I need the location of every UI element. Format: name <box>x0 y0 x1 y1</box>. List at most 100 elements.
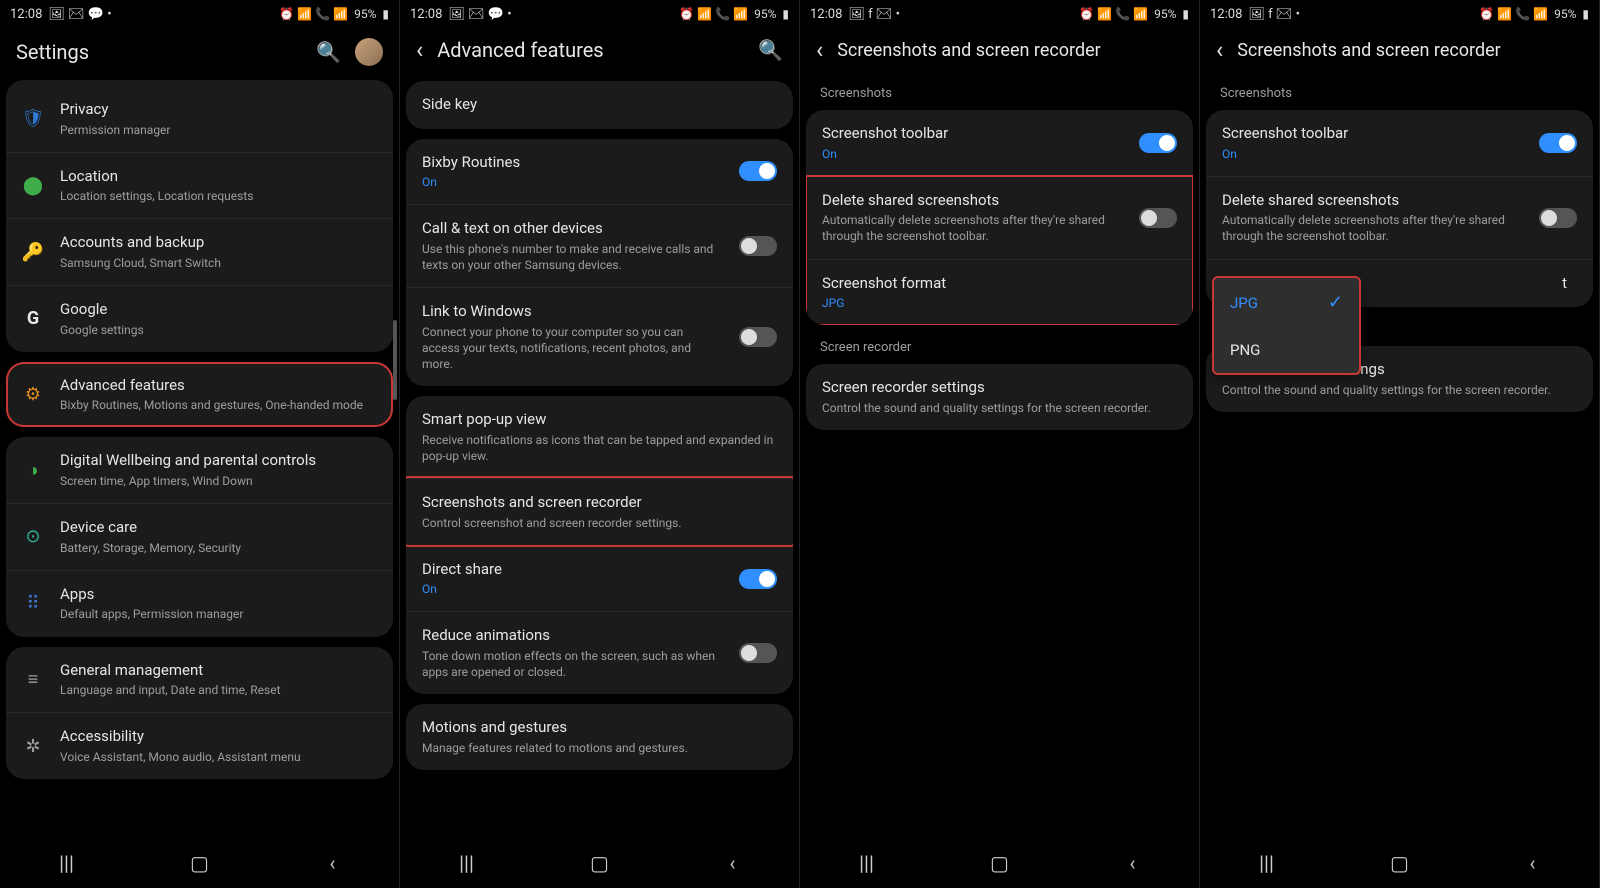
status-bar: 12:08🖼 ✉ 💬 • ⏰ 📶 📞 📶95%▮ <box>400 0 799 28</box>
item-google[interactable]: G Google Google settings <box>6 285 393 352</box>
nav-back[interactable]: ‹ <box>320 851 346 875</box>
navbar: ||| ▢ ‹ <box>800 838 1199 888</box>
status-battery: 95% <box>1154 7 1176 21</box>
option-label: JPG <box>1230 294 1258 312</box>
settings-group-1: 🛡 Privacy Permission manager ⬤ Location … <box>6 80 393 352</box>
item-title: Google <box>60 300 377 320</box>
toggle-direct-share[interactable] <box>739 569 777 589</box>
page-title: Settings <box>16 40 89 64</box>
item-title: Apps <box>60 585 377 605</box>
item-sub: Default apps, Permission manager <box>60 606 377 622</box>
item-title: Advanced features <box>60 376 377 396</box>
item-accounts[interactable]: 🔑 Accounts and backup Samsung Cloud, Sma… <box>6 218 393 285</box>
item-sub: Automatically delete screenshots after t… <box>822 212 1123 244</box>
item-screenshots-recorder[interactable]: Screenshots and screen recorder Control … <box>406 478 793 545</box>
item-title: Privacy <box>60 100 377 120</box>
toggle-bixby[interactable] <box>739 161 777 181</box>
item-device-care[interactable]: ⊙ Device care Battery, Storage, Memory, … <box>6 503 393 570</box>
nav-back[interactable]: ‹ <box>1520 851 1546 875</box>
search-icon[interactable]: 🔍 <box>316 40 341 64</box>
header: ‹ Screenshots and screen recorder <box>800 28 1199 76</box>
item-title: Accounts and backup <box>60 233 377 253</box>
item-wellbeing[interactable]: ◑ Digital Wellbeing and parental control… <box>6 437 393 503</box>
item-sub: Samsung Cloud, Smart Switch <box>60 255 377 271</box>
toggle-screenshot-toolbar[interactable] <box>1539 133 1577 153</box>
item-title: Delete shared screenshots <box>822 191 1123 211</box>
status-battery: 95% <box>754 7 776 21</box>
back-button[interactable]: ‹ <box>416 38 423 62</box>
nav-home[interactable]: ▢ <box>1387 851 1413 875</box>
item-title: Smart pop-up view <box>422 410 777 430</box>
item-title: Device care <box>60 518 377 538</box>
dropdown-option-png[interactable]: PNG <box>1214 327 1359 373</box>
item-sub: Permission manager <box>60 122 377 138</box>
group-recorder: Screen recorder settings Control the sou… <box>806 364 1193 430</box>
item-general[interactable]: ≡ General management Language and input,… <box>6 647 393 713</box>
nav-back[interactable]: ‹ <box>1120 851 1146 875</box>
nav-back[interactable]: ‹ <box>720 851 746 875</box>
item-bixby-routines[interactable]: Bixby Routines On <box>406 139 793 205</box>
back-button[interactable]: ‹ <box>816 38 823 62</box>
item-side-key[interactable]: Side key <box>406 81 793 129</box>
item-motions-gestures[interactable]: Motions and gestures Manage features rel… <box>406 704 793 770</box>
nav-recents[interactable]: ||| <box>454 851 480 875</box>
item-recorder-settings[interactable]: Screen recorder settings Control the sou… <box>806 364 1193 430</box>
nav-home[interactable]: ▢ <box>987 851 1013 875</box>
item-call-text[interactable]: Call & text on other devices Use this ph… <box>406 204 793 287</box>
item-apps[interactable]: ⠿ Apps Default apps, Permission manager <box>6 570 393 637</box>
toggle-delete-shared[interactable] <box>1139 208 1177 228</box>
item-title: Call & text on other devices <box>422 219 723 239</box>
item-title: Screenshot toolbar <box>1222 124 1523 144</box>
item-screenshot-toolbar[interactable]: Screenshot toolbar On <box>1206 110 1593 176</box>
item-sub: On <box>422 174 723 190</box>
nav-recents[interactable]: ||| <box>854 851 880 875</box>
status-notif-icons: 🖼 ✉ 💬 • <box>48 7 111 22</box>
toggle-link-windows[interactable] <box>739 327 777 347</box>
header: Settings 🔍 <box>0 28 399 80</box>
toggle-reduce-animations[interactable] <box>739 643 777 663</box>
back-button[interactable]: ‹ <box>1216 38 1223 62</box>
nav-recents[interactable]: ||| <box>54 851 80 875</box>
item-reduce-animations[interactable]: Reduce animations Tone down motion effec… <box>406 611 793 694</box>
item-link-windows[interactable]: Link to Windows Connect your phone to yo… <box>406 287 793 386</box>
item-title: Reduce animations <box>422 626 723 646</box>
nav-home[interactable]: ▢ <box>187 851 213 875</box>
header: ‹ Advanced features 🔍 <box>400 28 799 76</box>
item-location[interactable]: ⬤ Location Location settings, Location r… <box>6 152 393 219</box>
option-label: PNG <box>1230 341 1260 359</box>
toggle-call-text[interactable] <box>739 236 777 256</box>
header: ‹ Screenshots and screen recorder <box>1200 28 1599 76</box>
item-sub: Bixby Routines, Motions and gestures, On… <box>60 397 377 413</box>
item-accessibility[interactable]: ✲ Accessibility Voice Assistant, Mono au… <box>6 712 393 779</box>
scrollbar[interactable] <box>393 320 397 400</box>
item-delete-shared[interactable]: Delete shared screenshots Automatically … <box>806 176 1193 259</box>
item-advanced-features[interactable]: ⚙ Advanced features Bixby Routines, Moti… <box>6 362 393 428</box>
settings-group-3: ≡ General management Language and input,… <box>6 647 393 779</box>
status-bar: 12:08🖼 f ✉ • ⏰ 📶 📞 📶95%▮ <box>800 0 1199 28</box>
item-sub: Location settings, Location requests <box>60 188 377 204</box>
toggle-delete-shared[interactable] <box>1539 208 1577 228</box>
item-screenshot-toolbar[interactable]: Screenshot toolbar On <box>806 110 1193 176</box>
item-sub: On <box>822 146 1123 162</box>
status-icons: ⏰ 📶 📞 📶 <box>279 7 348 21</box>
search-icon[interactable]: 🔍 <box>758 38 783 62</box>
navbar: ||| ▢ ‹ <box>400 838 799 888</box>
status-time: 12:08 <box>810 7 842 22</box>
nav-recents[interactable]: ||| <box>1254 851 1280 875</box>
nav-home[interactable]: ▢ <box>587 851 613 875</box>
toggle-screenshot-toolbar[interactable] <box>1139 133 1177 153</box>
item-popup-view[interactable]: Smart pop-up view Receive notifications … <box>406 396 793 478</box>
avatar[interactable] <box>355 38 383 66</box>
item-title: Screenshot format <box>822 274 1177 294</box>
status-time: 12:08 <box>10 7 42 22</box>
status-battery: 95% <box>1554 7 1576 21</box>
pin-icon: ⬤ <box>22 175 44 197</box>
item-delete-shared[interactable]: Delete shared screenshots Automatically … <box>1206 176 1593 259</box>
item-direct-share[interactable]: Direct share On <box>406 545 793 612</box>
phone-screenshots-format-dropdown: 12:08🖼 f ✉ • ⏰ 📶 📞 📶95%▮ ‹ Screenshots a… <box>1200 0 1600 888</box>
dropdown-option-jpg[interactable]: JPG ✓ <box>1214 278 1359 327</box>
sliders-icon: ≡ <box>22 668 44 690</box>
group-features: Bixby Routines On Call & text on other d… <box>406 139 793 387</box>
item-screenshot-format[interactable]: Screenshot format JPG <box>806 259 1193 326</box>
item-privacy[interactable]: 🛡 Privacy Permission manager <box>6 80 393 152</box>
